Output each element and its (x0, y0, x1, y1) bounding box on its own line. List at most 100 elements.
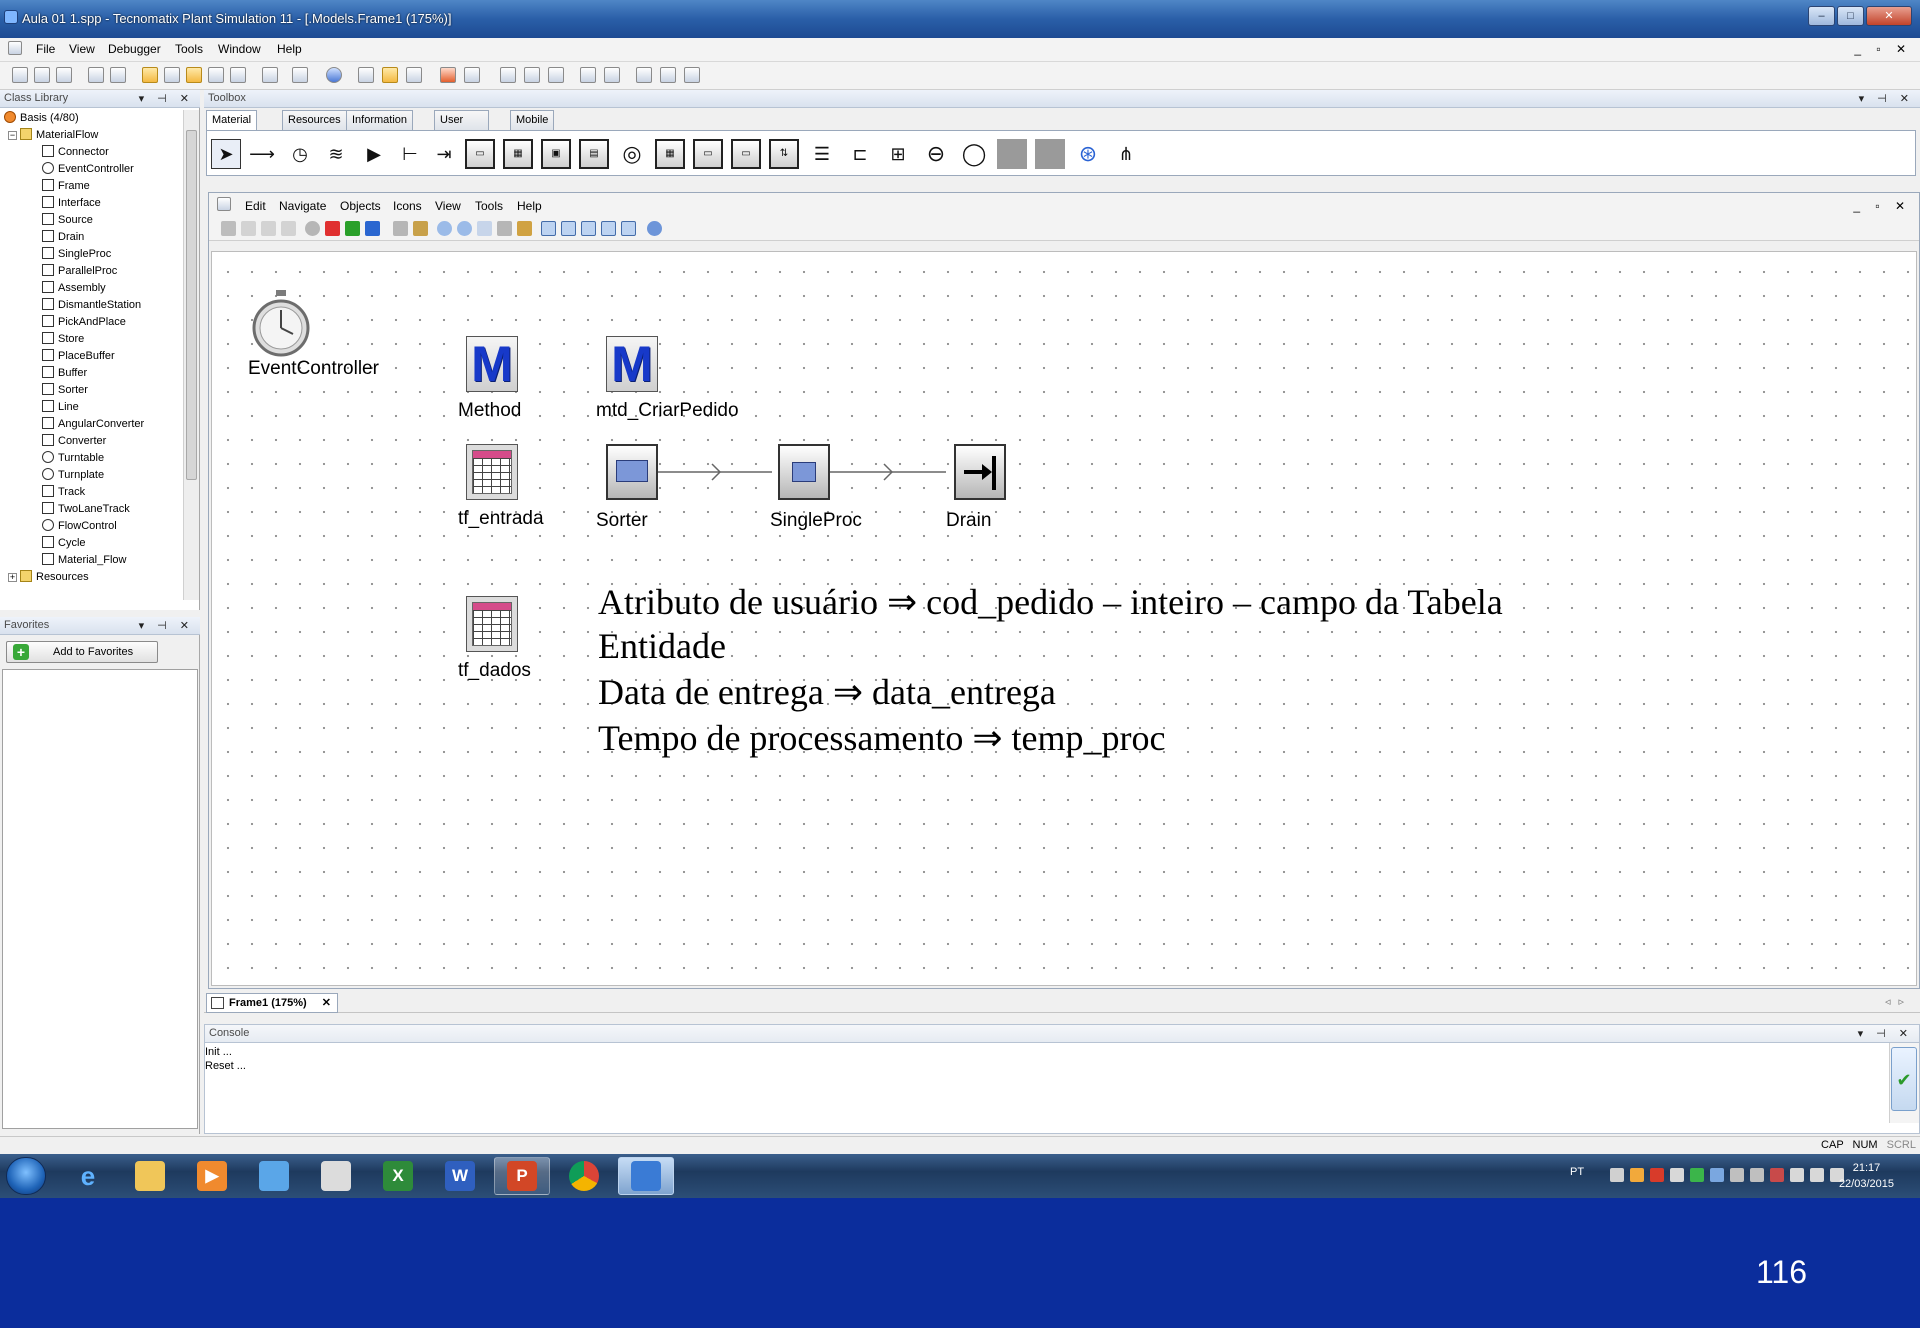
open-folder-icon[interactable] (56, 67, 72, 83)
language-indicator[interactable]: PT (1570, 1166, 1584, 1178)
console-controls[interactable]: ▾ ⊣ ✕ (1858, 1027, 1913, 1040)
mtd-criarpedido-object[interactable]: M (606, 336, 658, 392)
tree-item[interactable]: Buffer (42, 365, 87, 382)
maximize-button[interactable]: □ (1837, 6, 1864, 26)
tree-item[interactable]: Store (42, 331, 84, 348)
tf-dados-object[interactable] (466, 596, 518, 652)
eventcontroller-small-icon[interactable] (305, 221, 320, 236)
help-icon[interactable] (326, 67, 342, 83)
menu-help[interactable]: Help (277, 42, 302, 56)
favorites-controls[interactable]: ▾ ⊣ ✕ (139, 619, 194, 632)
tray-sync-icon[interactable] (1690, 1168, 1704, 1182)
save-all-icon[interactable] (110, 67, 126, 83)
tab-frame1[interactable]: Frame1 (175%) ✕ (206, 993, 338, 1013)
tree-item[interactable]: Cycle (42, 535, 86, 552)
tree-item[interactable]: Connector (42, 144, 109, 161)
gear-icon[interactable] (500, 67, 516, 83)
add-to-favorites-button[interactable]: + Add to Favorites (6, 641, 158, 663)
structure-icon[interactable] (230, 67, 246, 83)
frame-menu-icons[interactable]: Icons (393, 199, 422, 213)
assembly-tool-icon[interactable]: ▣ (541, 139, 571, 169)
tab-resources[interactable]: Resources (282, 110, 347, 130)
taskbar-explorer[interactable] (122, 1157, 178, 1195)
turnplate-tool-icon[interactable]: ◯ (959, 139, 989, 169)
model-canvas[interactable]: EventController M Method M mtd_CriarPedi… (211, 251, 1917, 986)
bluetooth-icon[interactable] (1710, 1168, 1724, 1182)
refresh-icon[interactable] (636, 67, 652, 83)
tree-item[interactable]: Track (42, 484, 85, 501)
frame-menu-help[interactable]: Help (517, 199, 542, 213)
line-tool-icon[interactable]: ☰ (807, 139, 837, 169)
tree-item[interactable]: EventController (42, 161, 134, 178)
connector-tool-icon[interactable]: ⟶ (247, 139, 277, 169)
tree-item[interactable]: Frame (42, 178, 90, 195)
stats-icon[interactable] (548, 67, 564, 83)
toolbox-icon[interactable] (164, 67, 180, 83)
binoculars-icon[interactable] (221, 221, 236, 236)
tree-item[interactable]: Drain (42, 229, 84, 246)
tree-item[interactable]: Source (42, 212, 93, 229)
tray-alert-icon[interactable] (1770, 1168, 1784, 1182)
delete-icon[interactable] (393, 221, 408, 236)
converter-tool-icon[interactable]: ⊞ (883, 139, 913, 169)
taskbar-users[interactable] (246, 1157, 302, 1195)
tab-user-interface[interactable]: User Interface (434, 110, 489, 144)
tree-item[interactable]: Assembly (42, 280, 106, 297)
flowcontrol-tool-icon[interactable]: ⊛ (1073, 139, 1103, 169)
tree-item[interactable]: TwoLaneTrack (42, 501, 130, 518)
tree-item[interactable]: DismantleStation (42, 297, 141, 314)
menu-debugger[interactable]: Debugger (108, 42, 161, 56)
twolanetrack-tool-icon[interactable] (1035, 139, 1065, 169)
taskbar-plant-simulation[interactable] (618, 1157, 674, 1195)
source-tool-icon[interactable]: ⊢ (395, 139, 425, 169)
start-icon[interactable] (345, 221, 360, 236)
tree-item[interactable]: Turnplate (42, 467, 104, 484)
tf-entrada-object[interactable] (466, 444, 518, 500)
reset-icon[interactable] (325, 221, 340, 236)
tree-item[interactable]: AngularConverter (42, 416, 144, 433)
tree-item[interactable]: Line (42, 399, 79, 416)
signal-icon[interactable] (1810, 1168, 1824, 1182)
tree-item[interactable]: Turntable (42, 450, 104, 467)
tab-mobile-units[interactable]: Mobile Units (510, 110, 555, 144)
taskbar-app[interactable] (308, 1157, 364, 1195)
favorites-icon[interactable] (186, 67, 202, 83)
tree-item[interactable]: SingleProc (42, 246, 111, 263)
zoom-out-icon[interactable] (457, 221, 472, 236)
frame-menu-view[interactable]: View (435, 199, 461, 213)
close-button[interactable]: ✕ (1866, 6, 1912, 26)
tree-item[interactable]: PickAndPlace (42, 314, 126, 331)
frame-mdi-controls[interactable]: _ ▫ ✕ (1853, 199, 1911, 213)
location-icon[interactable] (281, 221, 296, 236)
taskbar-word[interactable]: W (432, 1157, 488, 1195)
tree-item[interactable]: Sorter (42, 382, 88, 399)
tree-item[interactable]: Interface (42, 195, 101, 212)
tab-scroll-arrows[interactable]: ◃▹ (1885, 995, 1912, 1008)
angularconverter-tool-icon[interactable]: ⊏ (845, 139, 875, 169)
3d-icon[interactable] (440, 67, 456, 83)
frame-menu-edit[interactable]: Edit (245, 199, 266, 213)
track-tool-icon[interactable] (997, 139, 1027, 169)
close-tab-icon[interactable]: ✕ (322, 997, 331, 1009)
tree-item[interactable]: FlowControl (42, 518, 117, 535)
save-icon[interactable] (88, 67, 104, 83)
zoom-in-icon[interactable] (437, 221, 452, 236)
tree-folder-resources[interactable]: + Resources (8, 569, 89, 586)
frame-menu-navigate[interactable]: Navigate (279, 199, 326, 213)
tree-item[interactable]: PlaceBuffer (42, 348, 115, 365)
frame-menu-objects[interactable]: Objects (340, 199, 381, 213)
power-icon[interactable] (1790, 1168, 1804, 1182)
tools-icon[interactable] (524, 67, 540, 83)
eraser-icon[interactable] (541, 221, 556, 236)
pickandplace-tool-icon[interactable]: ◎ (617, 139, 647, 169)
class-library-controls[interactable]: ▾ ⊣ ✕ (139, 92, 194, 105)
info-icon[interactable] (647, 221, 662, 236)
print-icon[interactable] (292, 67, 308, 83)
new-icon[interactable] (12, 67, 28, 83)
cycle-tool-icon[interactable]: ⋔ (1111, 139, 1141, 169)
console-icon[interactable] (208, 67, 224, 83)
clock[interactable]: 21:17 22/03/2015 (1839, 1160, 1894, 1192)
pointer-icon[interactable]: ➤ (211, 139, 241, 169)
broom-icon[interactable] (413, 221, 428, 236)
settings-icon[interactable] (684, 67, 700, 83)
